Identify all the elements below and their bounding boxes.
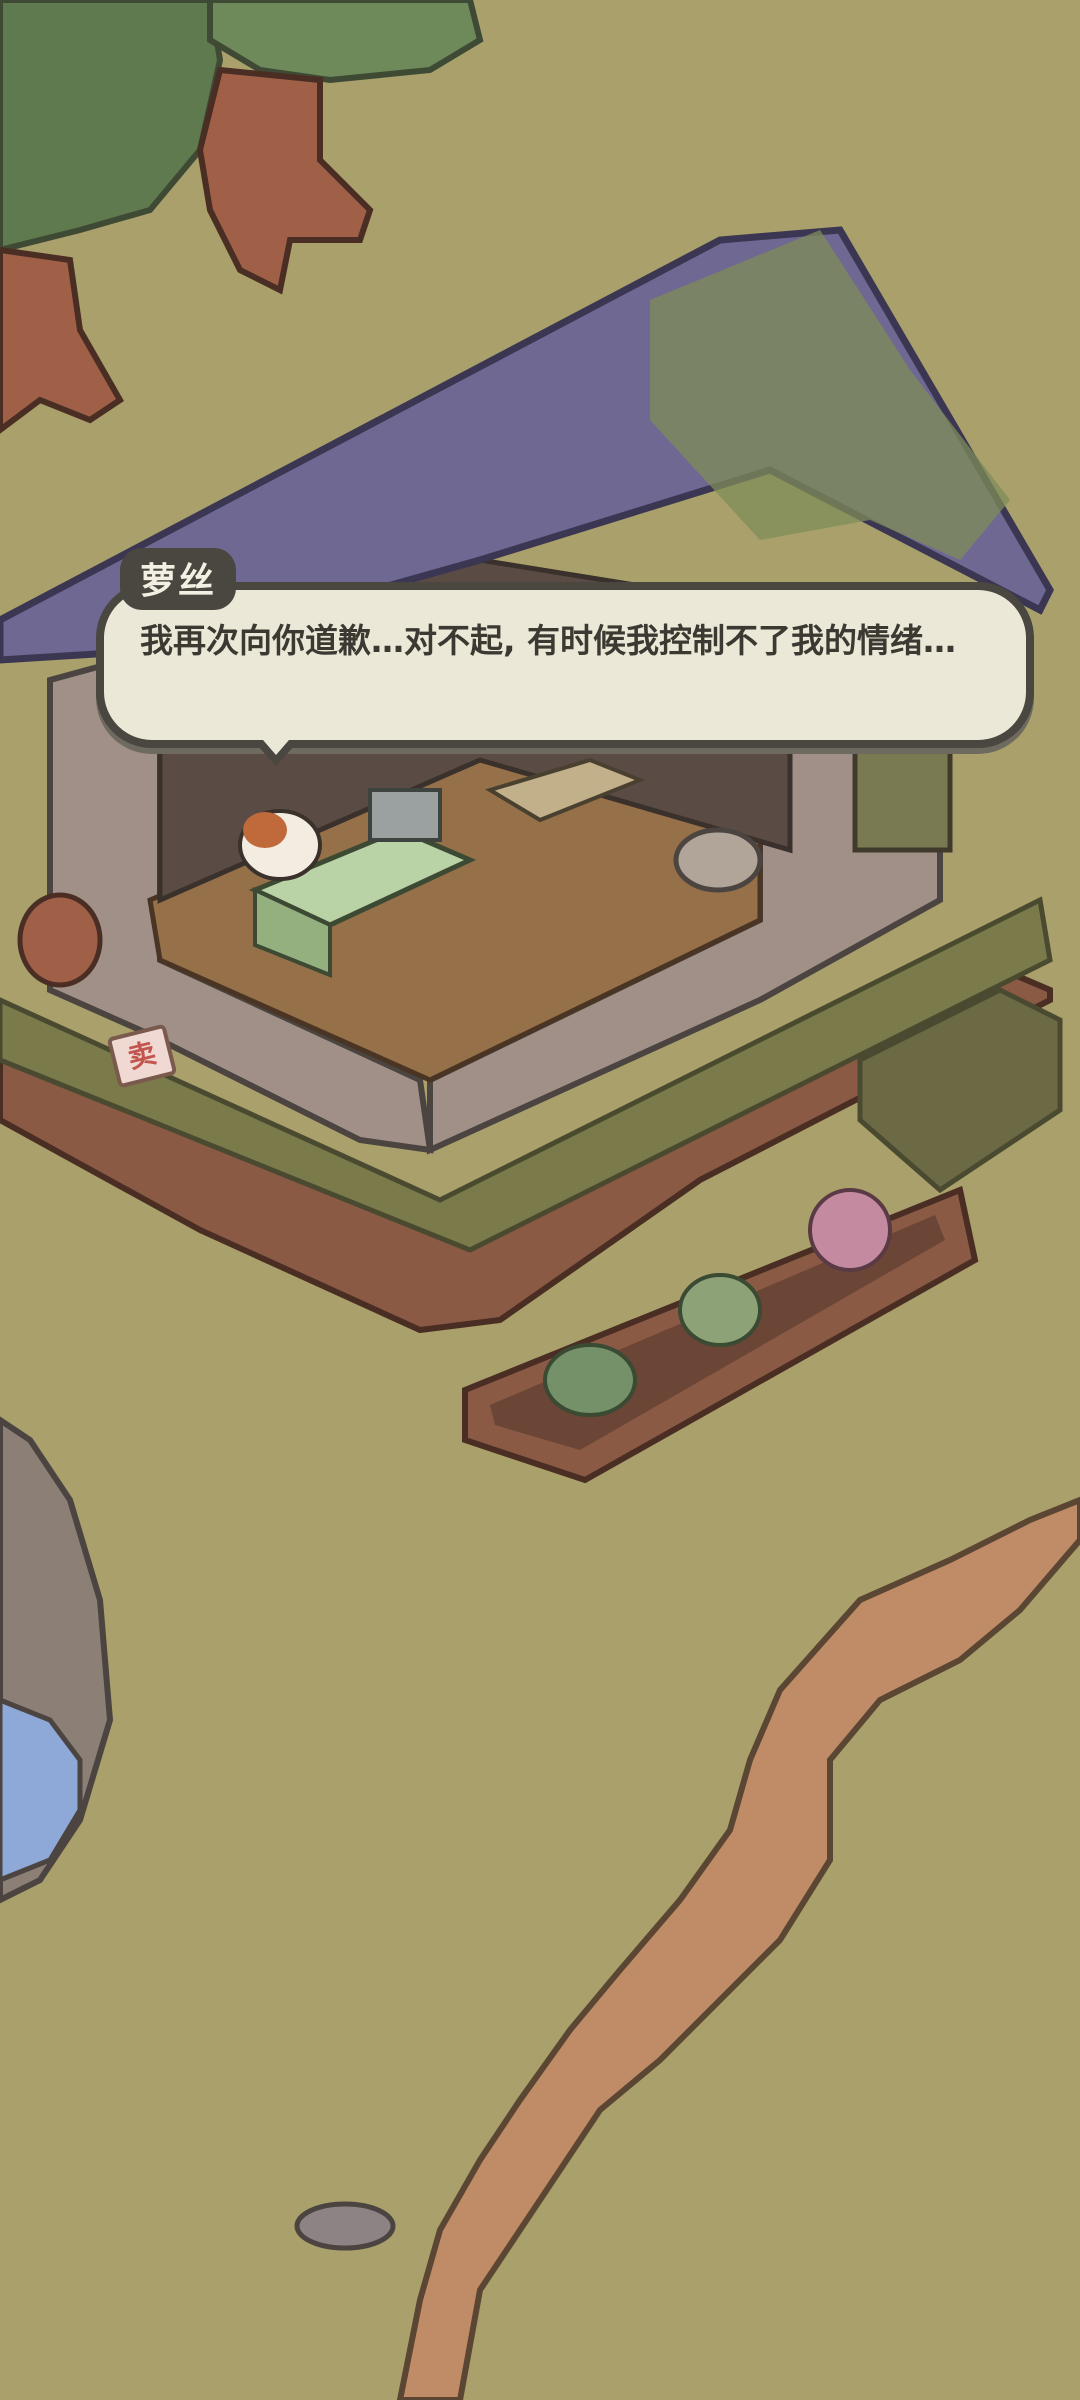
dialog-tail-inner <box>263 740 289 755</box>
dialog-text: 我再次向你道歉…对不起, 有时候我控制不了我的情绪… <box>140 621 957 660</box>
small-rock <box>294 2201 396 2251</box>
dialog-box[interactable]: 我再次向你道歉…对不起, 有时候我控制不了我的情绪… <box>96 582 1034 748</box>
speaker-name-tag: 萝丝 <box>120 548 237 610</box>
game-scene <box>0 0 1080 2400</box>
